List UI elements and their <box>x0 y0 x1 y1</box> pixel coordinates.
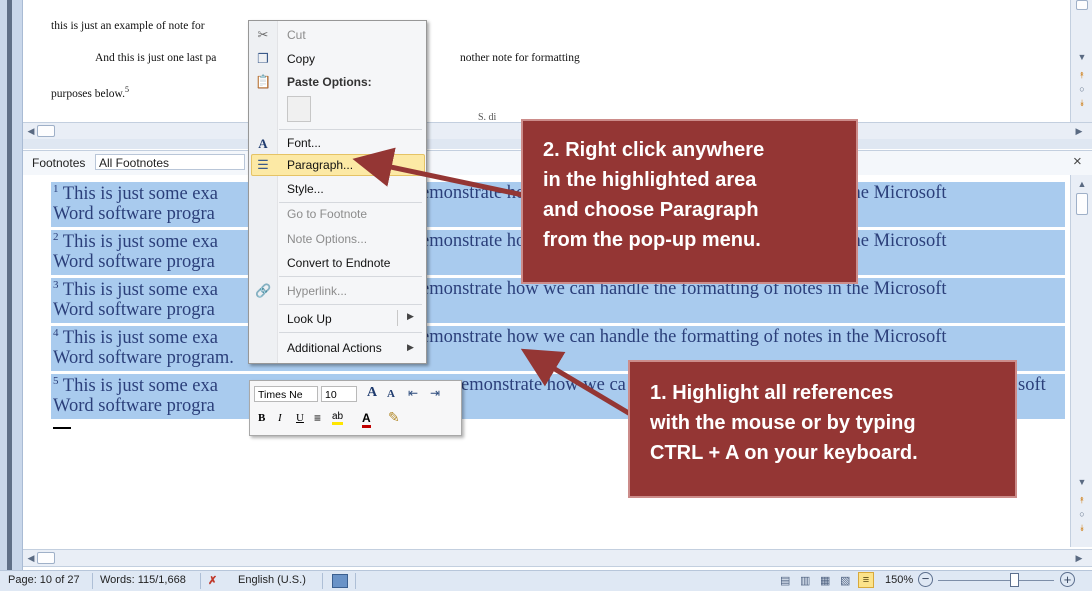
callout-step-2: 2. Right click anywhere in the highlight… <box>521 119 858 284</box>
callout-2-line-1: 2. Right click anywhere <box>543 139 765 161</box>
callout-2-line-3: and choose Paragraph <box>543 199 759 221</box>
callout-1-line-2: with the mouse or by typing <box>650 412 916 434</box>
callout-1-line-3: CTRL + A on your keyboard. <box>650 442 918 464</box>
annotation-arrows <box>352 147 634 418</box>
arrow-to-paragraph <box>352 147 524 198</box>
callout-1-line-1: 1. Highlight all references <box>650 382 894 404</box>
callout-2-line-4: from the pop-up menu. <box>543 229 761 251</box>
callout-2-line-2: in the highlighted area <box>543 169 757 191</box>
callout-step-1: 1. Highlight all references with the mou… <box>628 360 1017 498</box>
arrow-to-selection <box>520 348 634 418</box>
